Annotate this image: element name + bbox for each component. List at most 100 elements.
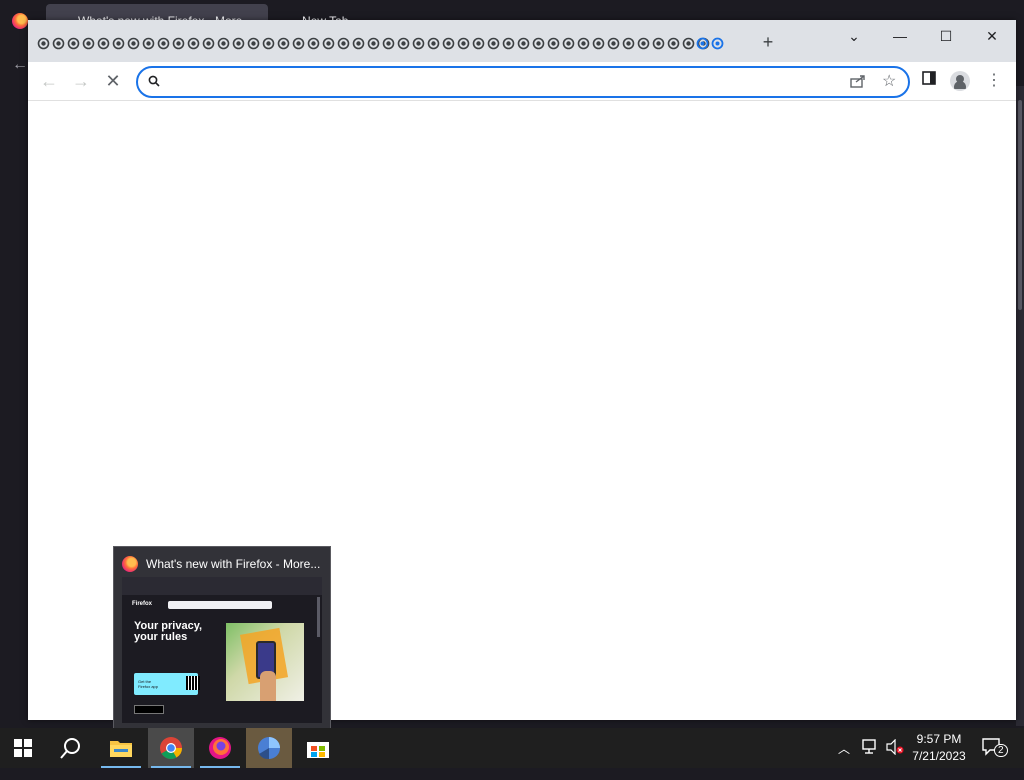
start-button[interactable] [0,728,46,768]
scrollbar[interactable] [1016,86,1024,726]
tab-loading-icon[interactable] [126,36,141,51]
firefox-icon [12,13,28,29]
clock[interactable]: 9:57 PM 7/21/2023 [904,731,974,765]
show-hidden-icons-chevron-icon[interactable]: ︿ [838,740,850,780]
share-icon[interactable] [850,74,866,91]
store-taskbar-button[interactable] [295,728,341,768]
tab-loading-icon[interactable] [396,36,411,51]
preview-thumbnail: Firefox Your privacy, your rules Get the… [122,577,322,723]
taskbar-window-preview[interactable]: What's new with Firefox - More... Firefo… [113,546,331,730]
new-tab-button[interactable]: + [760,33,776,51]
tab-loading-icon[interactable] [516,36,531,51]
tab-loading-icon[interactable] [336,36,351,51]
tab-loading-icon[interactable] [411,36,426,51]
minimize-button[interactable]: — [886,26,914,46]
volume-muted-icon[interactable] [886,738,904,779]
thumb-tab-bar [122,577,322,595]
tab-loading-icon[interactable] [111,36,126,51]
tab-loading-icon[interactable] [66,36,81,51]
tab-loading-icon[interactable] [171,36,186,51]
store-icon [307,742,329,758]
tab-loading-icon[interactable] [201,36,216,51]
tab-search-chevron-icon[interactable]: ⌄ [840,26,868,46]
tab-loading-icon[interactable] [96,36,111,51]
tab-loading-icon[interactable] [246,36,261,51]
search-icon [60,738,80,759]
notification-count-badge: 2 [994,744,1008,757]
tab-loading-icon[interactable] [456,36,471,51]
menu-kebab-icon[interactable]: ⋮ [983,70,1005,92]
tab-loading-icon[interactable] [651,36,666,51]
tab-loading-icon[interactable] [531,36,546,51]
back-arrow-icon[interactable]: ← [12,56,28,74]
tab-loading-icon[interactable] [321,36,336,51]
back-button[interactable]: ← [38,70,60,92]
chrome-taskbar-button[interactable] [148,728,194,768]
network-icon[interactable] [862,739,878,779]
tab-loading-icon[interactable] [486,36,501,51]
address-input[interactable] [170,71,814,93]
preview-title: What's new with Firefox - More... [146,557,321,571]
tab-loading-icon [695,36,710,51]
maximize-button[interactable]: ☐ [932,26,960,46]
action-center-button[interactable]: 2 [982,738,1008,778]
forward-button[interactable]: → [70,70,92,92]
thumb-url-bar [168,601,272,609]
tab-loading-icon[interactable] [216,36,231,51]
tab-loading-icon[interactable] [186,36,201,51]
address-bar[interactable]: ☆ [136,66,910,98]
active-tab[interactable] [695,36,727,56]
thumb-heading: Your privacy, your rules [134,620,203,643]
preview-header: What's new with Firefox - More... [122,555,322,573]
tab-loading-icon[interactable] [471,36,486,51]
tab-loading-icon[interactable] [81,36,96,51]
tab-loading-icon[interactable] [261,36,276,51]
close-button[interactable]: ✕ [978,26,1006,46]
tab-loading-icon [710,36,725,51]
tab-loading-icon[interactable] [291,36,306,51]
firefox-taskbar-button[interactable] [197,728,243,768]
scrollbar-thumb[interactable] [1018,100,1022,310]
tab-loading-icon[interactable] [681,36,696,51]
tab-loading-icon[interactable] [576,36,591,51]
qr-code-icon [186,676,200,690]
windows-logo-icon [14,739,32,757]
tab-loading-icon[interactable] [636,36,651,51]
tab-loading-icon[interactable] [366,36,381,51]
tab-loading-icon[interactable] [426,36,441,51]
tab-loading-icon[interactable] [306,36,321,51]
tab-loading-icon[interactable] [276,36,291,51]
file-explorer-button[interactable] [98,728,144,768]
firefox-icon [122,556,138,572]
tab-loading-icon[interactable] [351,36,366,51]
tab-loading-icon[interactable] [666,36,681,51]
search-button[interactable] [48,728,94,768]
tab-loading-icon[interactable] [561,36,576,51]
tab-loading-icon[interactable] [606,36,621,51]
tab-loading-icon[interactable] [501,36,516,51]
tab-loading-icon[interactable] [441,36,456,51]
stop-loading-button[interactable]: ✕ [102,70,124,92]
google-play-badge-icon [134,705,164,714]
search-icon [148,74,160,92]
clock-time: 9:57 PM [916,732,962,746]
bookmark-star-icon[interactable]: ☆ [882,71,896,91]
tab-loading-icon[interactable] [546,36,561,51]
tab-loading-icon[interactable] [621,36,636,51]
tab-loading-icon[interactable] [36,36,51,51]
tab-loading-icon[interactable] [51,36,66,51]
thumb-store-badges [134,701,196,714]
app-icon [258,737,280,760]
tab-loading-icon[interactable] [156,36,171,51]
tab-loading-icon[interactable] [141,36,156,51]
thumb-scrollbar [317,597,320,637]
profile-avatar[interactable] [950,71,970,91]
app-taskbar-button[interactable] [246,728,292,768]
thumb-get-app-box: Get the Firefox app [134,673,200,695]
clock-date: 7/21/2023 [912,749,966,763]
side-panel-icon[interactable] [918,70,940,92]
tab-loading-icon[interactable] [591,36,606,51]
tab-loading-icon[interactable] [231,36,246,51]
taskbar: ︿ 9:57 PM 7/21/2023 2 [0,728,1024,768]
tab-loading-icon[interactable] [381,36,396,51]
